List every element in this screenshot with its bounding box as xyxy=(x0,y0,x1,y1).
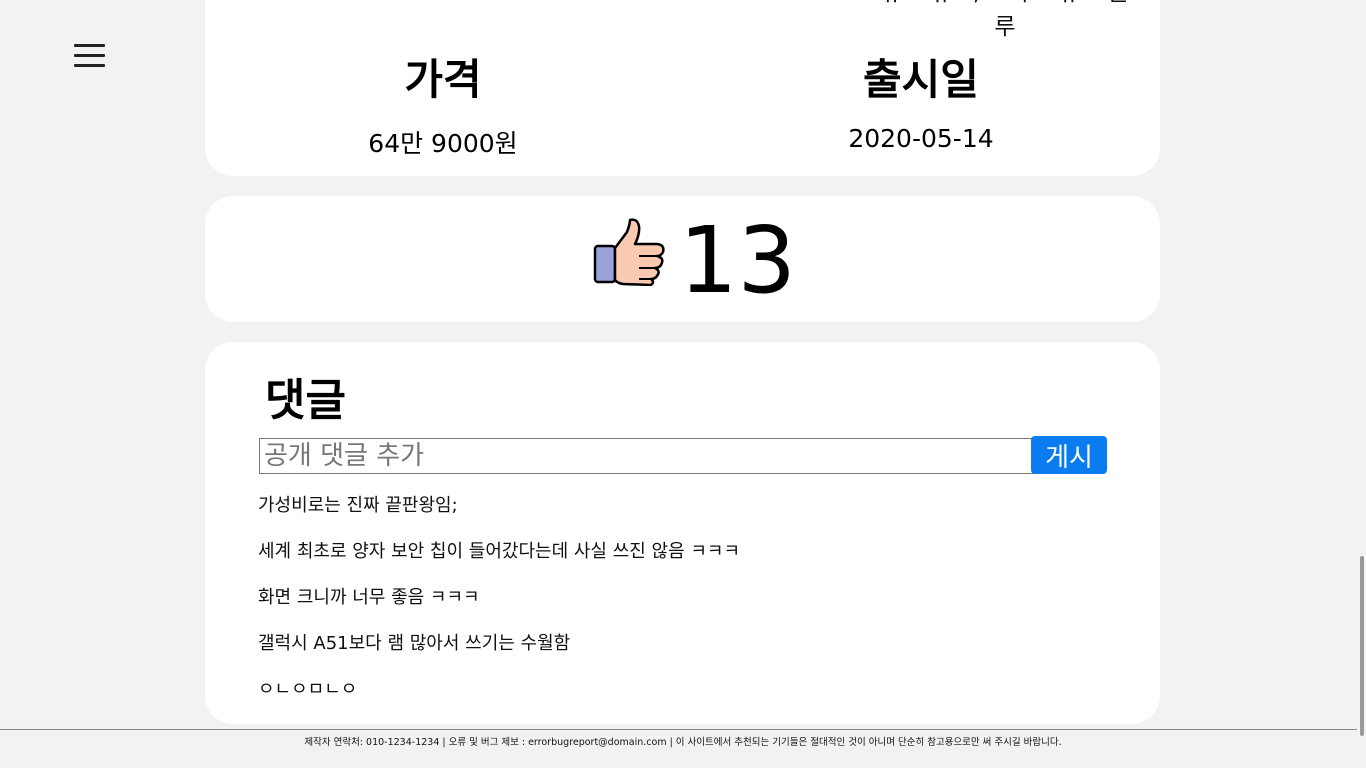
release-date-value: 2020-05-14 xyxy=(848,124,994,153)
comment-item: ㅇㄴㅇㅁㄴㅇ xyxy=(258,679,358,700)
scrollbar-thumb[interactable] xyxy=(1360,556,1364,736)
comment-item: 가성비로는 진짜 끝판왕임; xyxy=(258,495,458,516)
comment-input[interactable] xyxy=(259,438,1037,474)
spec-cutoff-text: 뉴스 뉴스, 스마트 뉴스 블 루 xyxy=(881,0,1129,40)
comment-title: 댓글 xyxy=(265,375,346,426)
like-count: 13 xyxy=(679,207,797,314)
post-comment-button[interactable]: 게시 xyxy=(1031,436,1107,474)
comment-list: 가성비로는 진짜 끝판왕임; 세계 최초로 양자 보안 칩이 들어갔다는데 사실… xyxy=(258,494,740,724)
comment-item: 갤럭시 A51보다 램 많아서 쓰기는 수월함 xyxy=(258,633,571,654)
scrollbar[interactable] xyxy=(1357,0,1366,768)
price-label: 가격 xyxy=(404,55,482,104)
thumbs-up-icon[interactable] xyxy=(593,218,669,287)
like-card: 13 xyxy=(205,196,1160,322)
footer-text: 제작자 연락처: 010-1234-1234 | 오류 및 버그 제보 : er… xyxy=(304,737,1062,748)
comment-item: 세계 최초로 양자 보안 칩이 들어갔다는데 사실 쓰진 않음 ㅋㅋㅋ xyxy=(258,541,741,562)
price-value: 64만 9000원 xyxy=(368,129,518,158)
menu-icon[interactable] xyxy=(74,44,105,69)
release-date-label: 출시일 xyxy=(863,55,979,104)
spec-card: 뉴스 뉴스, 스마트 뉴스 블 루 가격 64만 9000원 출시일 2020-… xyxy=(205,0,1160,176)
comment-item: 화면 크니까 너무 좋음 ㅋㅋㅋ xyxy=(258,587,480,608)
comment-section: 댓글 게시 가성비로는 진짜 끝판왕임; 세계 최초로 양자 보안 칩이 들어갔… xyxy=(205,342,1160,724)
footer: 제작자 연락처: 010-1234-1234 | 오류 및 버그 제보 : er… xyxy=(0,729,1366,768)
